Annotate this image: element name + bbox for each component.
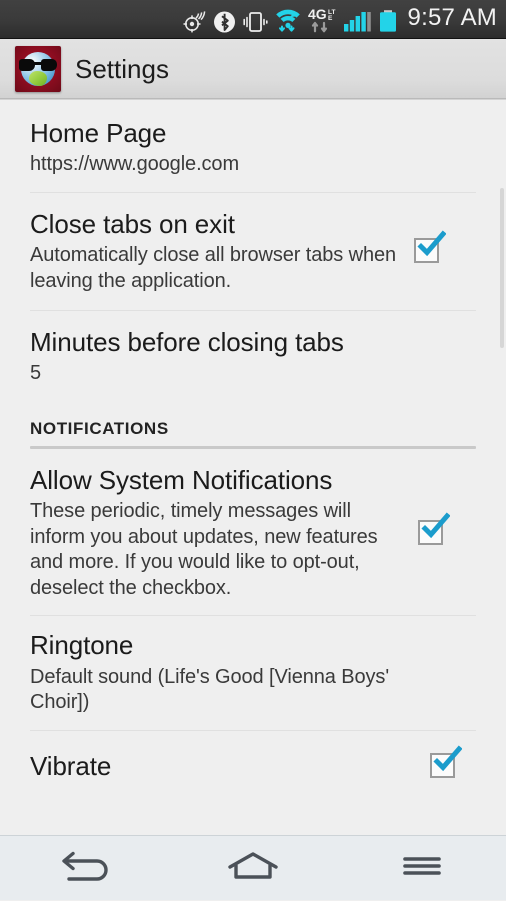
setting-title: Close tabs on exit xyxy=(30,208,235,239)
row-control xyxy=(414,745,476,781)
section-header-notifications: NOTIFICATIONS xyxy=(30,418,169,438)
setting-title: Allow System Notifications xyxy=(30,464,333,495)
bluetooth-icon xyxy=(213,5,236,33)
row-text: Vibrate xyxy=(30,751,414,781)
setting-summary: https://www.google.com xyxy=(30,153,240,176)
setting-summary: Default sound (Life's Good [Vienna Boys'… xyxy=(30,665,390,714)
svg-text:4G: 4G xyxy=(308,7,327,22)
setting-summary: 5 xyxy=(30,362,42,385)
row-text: Allow System Notifications These periodi… xyxy=(30,465,402,602)
menu-button[interactable] xyxy=(367,836,477,901)
home-icon xyxy=(222,849,284,888)
setting-row-home-page[interactable]: Home Page https://www.google.com xyxy=(0,100,506,192)
setting-summary: Automatically close all browser tabs whe… xyxy=(30,243,397,292)
battery-icon xyxy=(378,5,398,33)
4g-lte-data-icon: 4G LT E xyxy=(308,5,338,33)
wifi-signal-icon xyxy=(274,5,302,33)
row-text: Minutes before closing tabs 5 xyxy=(30,327,476,387)
row-text: Close tabs on exit Automatically close a… xyxy=(30,209,398,294)
setting-row-vibrate[interactable]: Vibrate xyxy=(0,731,506,801)
setting-title: Ringtone xyxy=(30,630,134,661)
setting-summary: These periodic, timely messages will inf… xyxy=(30,500,378,599)
row-control xyxy=(402,512,464,548)
app-title-bar[interactable]: Settings xyxy=(0,39,506,99)
cellular-signal-icon xyxy=(343,5,372,33)
vibrate-mode-icon xyxy=(242,5,268,33)
setting-title: Vibrate xyxy=(30,750,112,781)
close-tabs-checkbox[interactable] xyxy=(414,230,446,266)
back-button[interactable] xyxy=(29,836,139,901)
setting-row-minutes-before-closing-tabs[interactable]: Minutes before closing tabs 5 xyxy=(0,311,506,403)
allow-system-notifications-checkbox[interactable] xyxy=(418,512,450,548)
home-button[interactable] xyxy=(198,836,308,901)
page-title: Settings xyxy=(75,53,169,84)
setting-row-close-tabs-on-exit[interactable]: Close tabs on exit Automatically close a… xyxy=(0,193,506,310)
status-bar[interactable]: 4G LT E 9:57 AM xyxy=(0,0,506,39)
setting-title: Minutes before closing tabs xyxy=(30,327,344,358)
vibrate-checkbox[interactable] xyxy=(430,745,462,781)
svg-text:E: E xyxy=(328,15,333,22)
setting-row-ringtone[interactable]: Ringtone Default sound (Life's Good [Vie… xyxy=(0,616,506,729)
menu-hamburger-icon xyxy=(391,849,453,888)
row-text: Ringtone Default sound (Life's Good [Vie… xyxy=(30,630,450,715)
back-arrow-icon xyxy=(53,849,115,888)
gps-location-icon xyxy=(183,5,207,33)
system-navigation-bar[interactable] xyxy=(0,835,506,900)
row-control xyxy=(398,230,460,266)
browser-globe-sunglasses-icon[interactable] xyxy=(15,45,61,92)
setting-title: Home Page xyxy=(30,118,167,148)
row-text: Home Page https://www.google.com xyxy=(30,118,476,178)
settings-list[interactable]: Home Page https://www.google.com Close t… xyxy=(0,100,506,835)
status-bar-icons: 4G LT E xyxy=(183,4,398,34)
setting-row-allow-system-notifications[interactable]: Allow System Notifications These periodi… xyxy=(0,449,506,616)
status-bar-clock: 9:57 AM xyxy=(407,4,497,31)
